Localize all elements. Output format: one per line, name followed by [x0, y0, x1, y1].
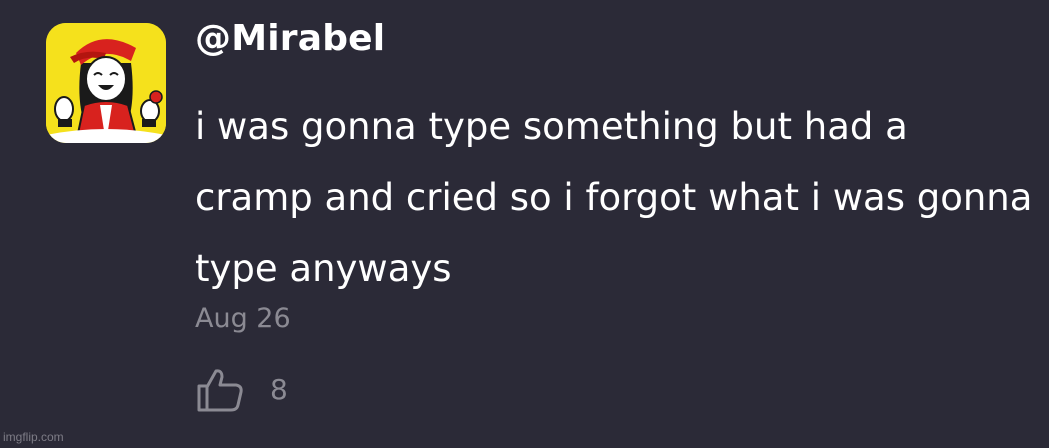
- username[interactable]: @Mirabel: [195, 18, 385, 59]
- avatar-illustration: [46, 23, 166, 143]
- like-button[interactable]: [196, 367, 244, 413]
- post-text: i was gonna type something but had a cra…: [195, 105, 1033, 290]
- post-card: @Mirabel i was gonna type something but …: [0, 0, 1049, 448]
- watermark: imgflip.com: [3, 430, 64, 444]
- post-date: Aug 26: [195, 303, 291, 334]
- avatar[interactable]: [46, 23, 166, 143]
- like-count: 8: [270, 373, 288, 406]
- thumbs-up-icon: [197, 369, 243, 412]
